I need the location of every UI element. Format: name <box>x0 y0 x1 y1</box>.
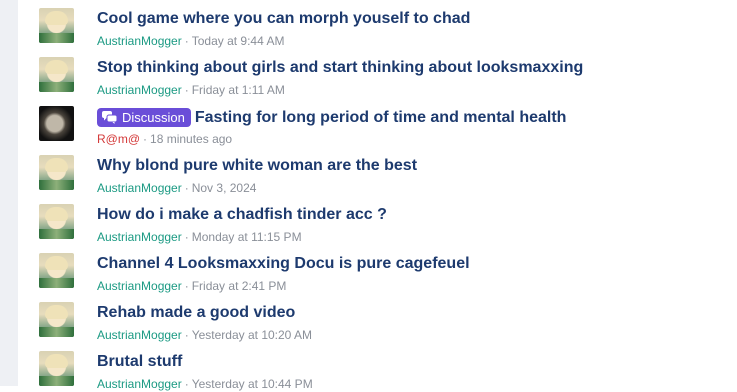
author-link[interactable]: AustrianMogger <box>97 34 182 48</box>
thread-meta: AustrianMogger · Friday at 2:41 PM <box>97 279 286 293</box>
meta-separator: · <box>184 34 189 48</box>
thread-time[interactable]: Today at 9:44 AM <box>192 34 285 48</box>
thread-title-link[interactable]: Why blond pure white woman are the best <box>97 157 417 175</box>
thread-title-line: Cool game where you can morph youself to… <box>97 10 470 28</box>
thread-title-line: Channel 4 Looksmaxxing Docu is pure cage… <box>97 255 470 273</box>
thread-time[interactable]: Friday at 1:11 AM <box>192 83 285 97</box>
meta-separator: · <box>184 181 189 195</box>
thread-meta: AustrianMogger · Nov 3, 2024 <box>97 181 256 195</box>
thread-time[interactable]: Monday at 11:15 PM <box>192 230 302 244</box>
author-link[interactable]: AustrianMogger <box>97 83 182 97</box>
thread-title-line: Rehab made a good video <box>97 304 295 322</box>
thread-row: Channel 4 Looksmaxxing Docu is pure cage… <box>18 245 737 294</box>
thread-title-link[interactable]: How do i make a chadfish tinder acc ? <box>97 206 387 224</box>
thread-meta: AustrianMogger · Friday at 1:11 AM <box>97 83 285 97</box>
thread-row: Discussion Fasting for long period of ti… <box>18 98 737 147</box>
chat-bubbles-icon <box>102 111 117 124</box>
thread-time[interactable]: Yesterday at 10:44 PM <box>192 377 313 391</box>
thread-title-link[interactable]: Rehab made a good video <box>97 304 295 322</box>
user-avatar[interactable] <box>39 155 74 190</box>
thread-time[interactable]: Nov 3, 2024 <box>192 181 257 195</box>
thread-row: Why blond pure white woman are the best … <box>18 147 737 196</box>
user-avatar[interactable] <box>39 253 74 288</box>
user-avatar[interactable] <box>39 57 74 92</box>
user-avatar[interactable] <box>39 302 74 337</box>
thread-row: Cool game where you can morph youself to… <box>18 0 737 49</box>
thread-time[interactable]: Friday at 2:41 PM <box>192 279 287 293</box>
author-link[interactable]: AustrianMogger <box>97 328 182 342</box>
thread-meta: AustrianMogger · Today at 9:44 AM <box>97 34 284 48</box>
thread-time[interactable]: Yesterday at 10:20 AM <box>192 328 312 342</box>
thread-list: Cool game where you can morph youself to… <box>18 0 737 392</box>
thread-meta: AustrianMogger · Monday at 11:15 PM <box>97 230 302 244</box>
user-avatar[interactable] <box>39 204 74 239</box>
thread-title-link[interactable]: Fasting for long period of time and ment… <box>195 109 567 127</box>
thread-title-line: Why blond pure white woman are the best <box>97 157 417 175</box>
user-avatar[interactable] <box>39 106 74 141</box>
thread-row: Rehab made a good video AustrianMogger · Y… <box>18 294 737 343</box>
meta-separator: · <box>184 83 189 97</box>
thread-row: Stop thinking about girls and start thin… <box>18 49 737 98</box>
thread-time[interactable]: 18 minutes ago <box>150 132 232 146</box>
meta-separator: · <box>184 279 189 293</box>
author-link[interactable]: AustrianMogger <box>97 181 182 195</box>
meta-separator: · <box>184 377 189 391</box>
meta-separator: · <box>143 132 148 146</box>
thread-title-link[interactable]: Channel 4 Looksmaxxing Docu is pure cage… <box>97 255 470 273</box>
user-avatar[interactable] <box>39 351 74 386</box>
thread-title-line: Discussion Fasting for long period of ti… <box>97 108 566 127</box>
meta-separator: · <box>184 328 189 342</box>
thread-title-line: How do i make a chadfish tinder acc ? <box>97 206 387 224</box>
discussion-label[interactable]: Discussion <box>97 108 191 127</box>
thread-row: Brutal stuff AustrianMogger · Yesterday at… <box>18 343 737 392</box>
user-avatar[interactable] <box>39 8 74 43</box>
left-gutter <box>0 0 18 386</box>
thread-title-link[interactable]: Brutal stuff <box>97 353 182 371</box>
thread-title-line: Brutal stuff <box>97 353 182 371</box>
label-text: Discussion <box>122 110 185 125</box>
meta-separator: · <box>184 230 189 244</box>
thread-title-link[interactable]: Stop thinking about girls and start thin… <box>97 59 583 77</box>
author-link[interactable]: AustrianMogger <box>97 279 182 293</box>
thread-title-link[interactable]: Cool game where you can morph youself to… <box>97 10 470 28</box>
thread-title-line: Stop thinking about girls and start thin… <box>97 59 583 77</box>
author-link[interactable]: R@m@ <box>97 132 140 146</box>
thread-meta: R@m@ · 18 minutes ago <box>97 132 232 146</box>
thread-meta: AustrianMogger · Yesterday at 10:44 PM <box>97 377 313 391</box>
author-link[interactable]: AustrianMogger <box>97 230 182 244</box>
thread-meta: AustrianMogger · Yesterday at 10:20 AM <box>97 328 312 342</box>
author-link[interactable]: AustrianMogger <box>97 377 182 391</box>
thread-row: How do i make a chadfish tinder acc ? Au… <box>18 196 737 245</box>
